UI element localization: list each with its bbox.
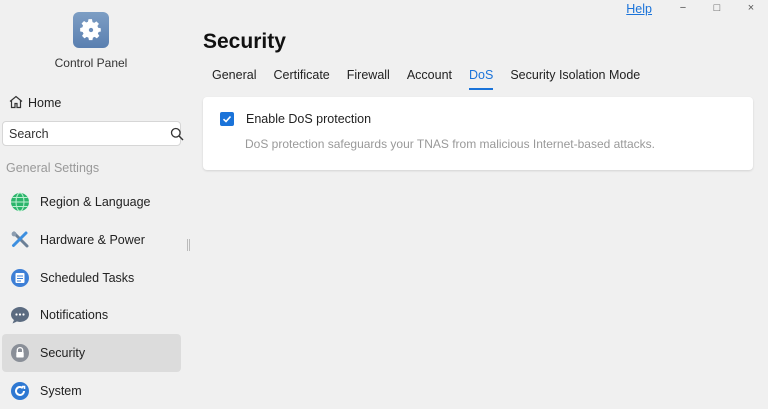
tasks-icon [10,268,30,288]
checkmark-icon [222,115,232,123]
close-button[interactable]: × [734,0,768,16]
tab-general[interactable]: General [212,68,256,90]
dos-settings-card: Enable DoS protection DoS protection saf… [203,97,753,170]
control-panel-window: Control Panel Home General Settings [0,0,768,409]
minimize-button[interactable]: − [666,0,700,16]
app-title: Control Panel [54,56,128,70]
sidebar-item-label: System [40,384,82,398]
tab-firewall[interactable]: Firewall [347,68,390,90]
sidebar-item-system[interactable]: System [2,372,181,409]
home-label: Home [28,96,62,110]
tools-icon [10,230,30,250]
sidebar-item-notifications[interactable]: Notifications [2,296,181,334]
home-link[interactable]: Home [8,94,61,112]
search-box [2,121,184,146]
lock-icon [10,343,30,363]
enable-dos-checkbox[interactable] [220,112,234,126]
tab-dos[interactable]: DoS [469,68,494,90]
titlebar-controls: Help − □ × [626,0,768,16]
system-icon [10,381,30,401]
tab-account[interactable]: Account [407,68,452,90]
section-label-general-settings: General Settings [6,161,100,175]
sidebar-item-security[interactable]: Security [2,334,181,372]
sidebar: Control Panel Home General Settings [0,0,186,409]
maximize-button[interactable]: □ [700,0,734,16]
tab-bar: General Certificate Firewall Account DoS… [212,68,640,90]
page-title: Security [203,30,286,53]
tab-security-isolation-mode[interactable]: Security Isolation Mode [510,68,640,90]
sidebar-item-hardware-power[interactable]: Hardware & Power [2,221,181,259]
sidebar-item-region-language[interactable]: Region & Language [2,183,181,221]
sidebar-item-label: Security [40,346,86,360]
sidebar-item-label: Scheduled Tasks [40,271,135,285]
sidebar-item-label: Hardware & Power [40,233,145,247]
sidebar-item-scheduled-tasks[interactable]: Scheduled Tasks [2,259,181,297]
chat-bubble-icon [10,305,30,325]
dos-description: DoS protection safeguards your TNAS from… [245,137,655,151]
help-link[interactable]: Help [626,2,652,16]
sidebar-resize-handle[interactable] [187,239,190,251]
tab-certificate[interactable]: Certificate [273,68,329,90]
sidebar-item-label: Region & Language [40,195,151,209]
search-input[interactable] [3,126,170,141]
sidebar-item-label: Notifications [40,308,109,322]
home-icon [8,94,24,113]
gear-icon [73,12,109,48]
search-icon[interactable] [170,124,184,144]
globe-icon [10,192,30,212]
enable-dos-label[interactable]: Enable DoS protection [246,112,371,126]
